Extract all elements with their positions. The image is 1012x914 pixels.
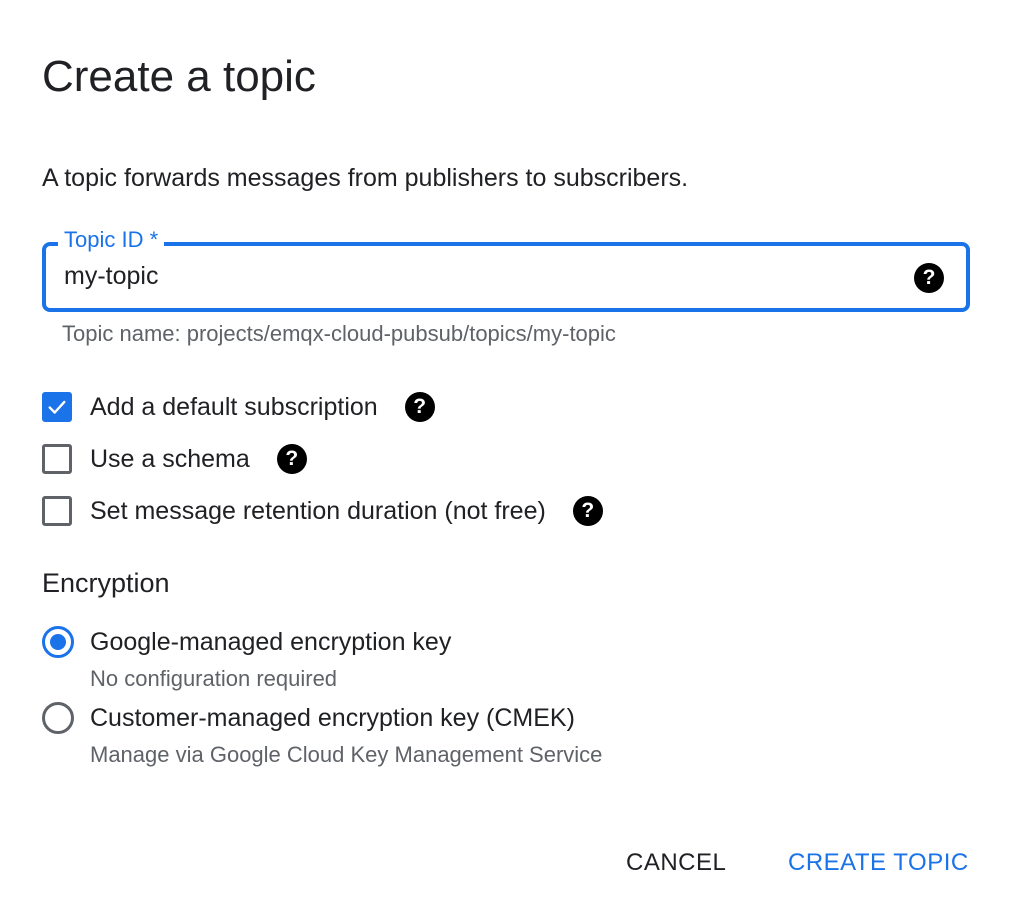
checkmark-icon xyxy=(48,400,66,414)
topic-id-field[interactable]: Topic ID * ? xyxy=(42,226,970,312)
cmek-description: Manage via Google Cloud Key Management S… xyxy=(90,742,603,767)
retention-duration-label: Set message retention duration (not free… xyxy=(90,496,546,525)
use-schema-label: Use a schema xyxy=(90,444,250,473)
option-retention-duration[interactable]: Set message retention duration (not free… xyxy=(42,494,603,528)
use-schema-checkbox[interactable] xyxy=(42,444,72,474)
create-topic-dialog: Create a topic A topic forwards messages… xyxy=(0,0,1012,914)
google-managed-label: Google-managed encryption key xyxy=(90,627,452,656)
google-managed-description: No configuration required xyxy=(90,666,338,691)
default-subscription-label: Add a default subscription xyxy=(90,392,378,421)
cancel-button[interactable]: CANCEL xyxy=(626,846,726,880)
google-managed-radio[interactable] xyxy=(42,626,74,658)
dialog-description: A topic forwards messages from publisher… xyxy=(42,164,689,192)
help-circle-icon[interactable]: ? xyxy=(404,392,435,422)
radio-selected-dot xyxy=(50,634,66,650)
retention-duration-checkbox[interactable] xyxy=(42,496,72,526)
encryption-option-cmek[interactable]: Customer-managed encryption key (CMEK) xyxy=(42,702,575,734)
help-circle-icon[interactable]: ? xyxy=(572,496,603,526)
topic-id-label: Topic ID * xyxy=(58,226,165,254)
create-topic-button[interactable]: CREATE TOPIC xyxy=(788,846,969,880)
cmek-label: Customer-managed encryption key (CMEK) xyxy=(90,703,575,732)
default-subscription-checkbox[interactable] xyxy=(42,392,72,422)
option-use-schema[interactable]: Use a schema ? xyxy=(42,442,307,476)
encryption-section-title: Encryption xyxy=(42,568,170,598)
encryption-option-google-managed[interactable]: Google-managed encryption key xyxy=(42,626,451,658)
dialog-title: Create a topic xyxy=(42,52,316,101)
cmek-radio[interactable] xyxy=(42,702,74,734)
option-default-subscription[interactable]: Add a default subscription ? xyxy=(42,390,435,424)
help-circle-icon[interactable]: ? xyxy=(276,444,307,474)
help-circle-icon[interactable]: ? xyxy=(914,263,944,293)
topic-name-hint: Topic name: projects/emqx-cloud-pubsub/t… xyxy=(62,321,616,346)
topic-id-input[interactable] xyxy=(60,256,888,296)
